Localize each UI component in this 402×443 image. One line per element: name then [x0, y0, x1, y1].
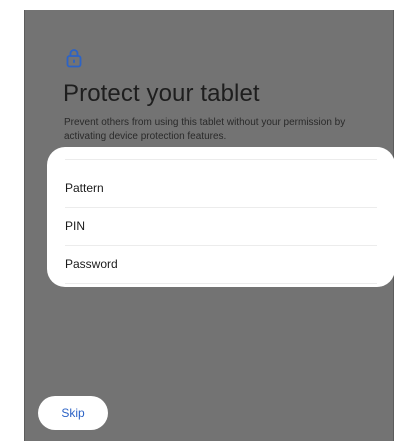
option-password[interactable]: Password	[47, 245, 395, 283]
option-pin[interactable]: PIN	[47, 207, 395, 245]
page-title: Protect your tablet	[63, 80, 260, 107]
lock-icon	[66, 49, 82, 68]
lock-type-list: Pattern PIN Password	[47, 147, 395, 287]
page-description: Prevent others from using this tablet wi…	[64, 117, 346, 142]
option-pattern[interactable]: Pattern	[47, 169, 395, 207]
list-divider	[65, 159, 377, 160]
list-divider	[65, 283, 377, 284]
device-frame: Protect your tablet Prevent others from …	[0, 0, 402, 443]
skip-button[interactable]: Skip	[38, 396, 108, 430]
lock-setup-screen: Protect your tablet Prevent others from …	[24, 10, 395, 441]
